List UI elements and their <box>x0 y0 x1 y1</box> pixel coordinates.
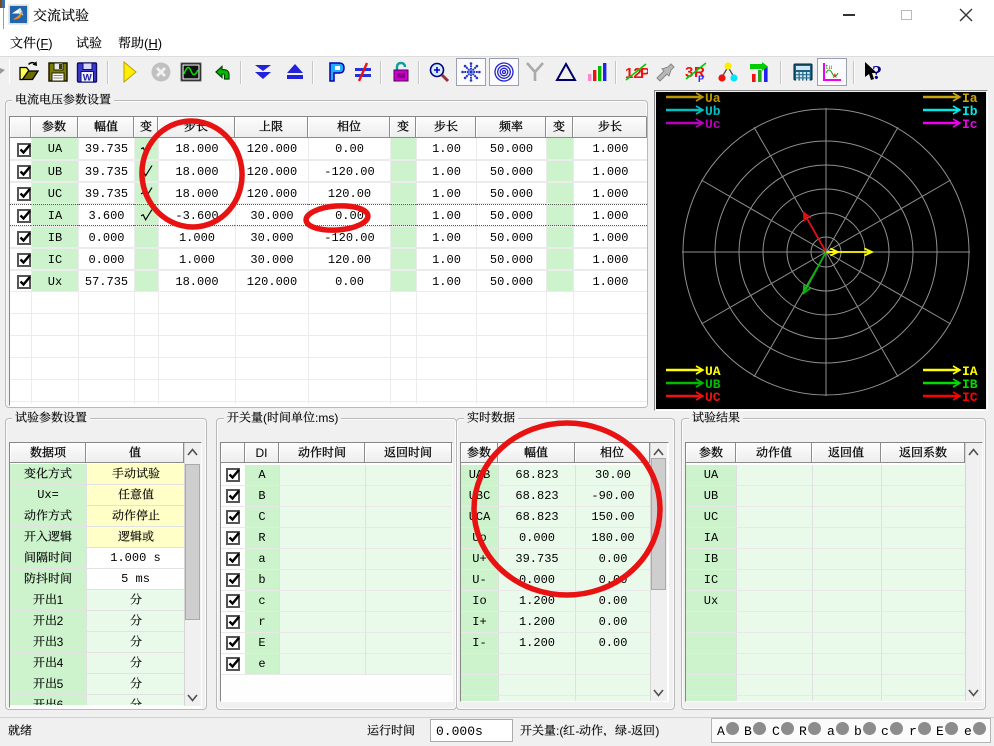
svg-text:A: A <box>833 73 837 80</box>
svg-text:UC: UC <box>705 390 721 405</box>
svg-text:Ic: Ic <box>962 117 978 132</box>
svg-text:W: W <box>83 73 92 84</box>
svg-text:?: ? <box>872 62 882 84</box>
svg-text:P: P <box>698 74 704 84</box>
svg-text:IC: IC <box>962 390 978 405</box>
svg-text:Uc: Uc <box>705 117 721 132</box>
